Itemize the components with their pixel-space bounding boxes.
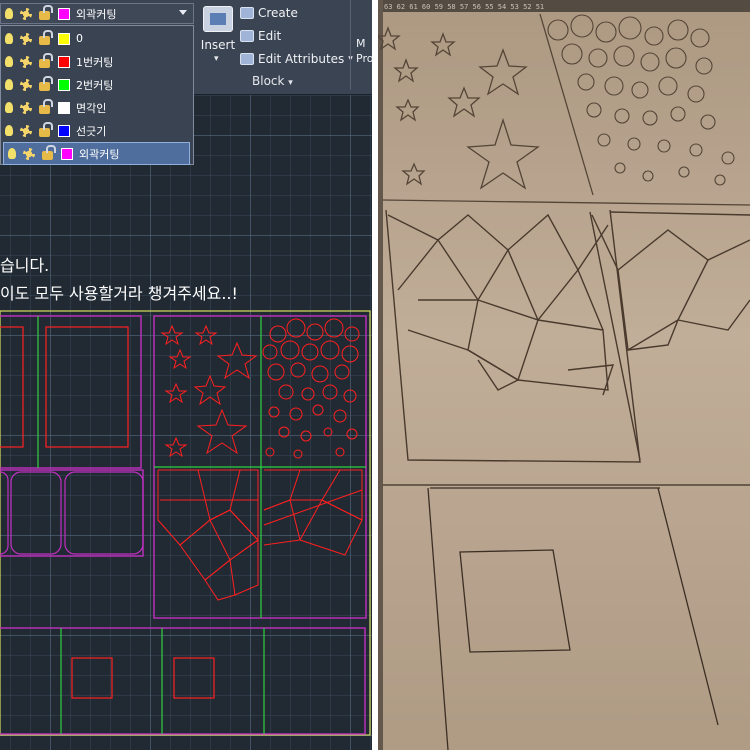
create-label: Create: [258, 6, 298, 20]
layer-name: 2번커팅: [76, 78, 114, 92]
layer-on-icon[interactable]: [5, 56, 13, 67]
laser-cut-photo: 63 62 61 60 59 58 57 56 55 54 53 52 51: [378, 0, 750, 750]
edit-label: Edit: [258, 29, 282, 43]
note-line-2: 이도 모두 사용할거라 챙겨주세요..!: [0, 284, 238, 303]
layer-name: 면각인: [76, 101, 107, 115]
cad-window: 습니다. 이도 모두 사용할거라 챙겨주세요..! Insert Create …: [0, 0, 372, 750]
properties-button-clipped[interactable]: M Pro: [356, 36, 372, 66]
insert-label: Insert: [200, 38, 236, 52]
layer-item-5-selected[interactable]: 외곽커팅: [3, 142, 190, 165]
layer-lock-icon[interactable]: [39, 75, 53, 91]
layer-freeze-icon[interactable]: [23, 147, 35, 160]
ribbon-separator: [350, 0, 351, 90]
layer-list: 0 1번커팅 2번커팅 면각인 선긋기 외곽커팅: [0, 25, 194, 165]
layer-freeze-icon[interactable]: [20, 55, 32, 68]
layer-on-icon[interactable]: [8, 148, 16, 159]
blossom-pattern: [262, 318, 360, 459]
layer-name: 선긋기: [76, 124, 107, 138]
create-block-button[interactable]: Create: [240, 6, 298, 20]
layer-item-4[interactable]: 선긋기: [1, 119, 193, 142]
layer-item-0[interactable]: 0: [1, 27, 193, 50]
block-panel-title[interactable]: Block ▾: [252, 74, 293, 88]
layer-color-swatch: [58, 55, 70, 68]
layer-lock-icon[interactable]: [39, 98, 53, 114]
layer-on-icon[interactable]: [5, 125, 13, 136]
layer-item-3[interactable]: 면각인: [1, 96, 193, 119]
layer-item-1[interactable]: 1번커팅: [1, 50, 193, 73]
layer-name: 1번커팅: [76, 55, 114, 69]
layer-lock-icon: [39, 4, 53, 20]
layer-dropdown[interactable]: 외곽커팅: [0, 3, 194, 24]
sheet-boundary: [0, 310, 371, 736]
layer-on-icon[interactable]: [5, 102, 13, 113]
layer-name: 외곽커팅: [79, 147, 120, 161]
layer-freeze-icon[interactable]: [20, 78, 32, 91]
edit-attributes-label: Edit Attributes: [258, 52, 345, 66]
layer-on-icon[interactable]: [5, 79, 13, 90]
edit-block-button[interactable]: Edit: [240, 29, 281, 43]
layer-lock-icon[interactable]: [39, 52, 53, 68]
layer-color-swatch: [58, 7, 70, 20]
note-line-1: 습니다.: [0, 256, 50, 275]
layer-color-swatch: [61, 147, 73, 160]
mdf-board-illustration: 63 62 61 60 59 58 57 56 55 54 53 52 51: [378, 0, 750, 750]
edit-attributes-button[interactable]: Edit Attributes ▾: [240, 52, 353, 66]
layer-lock-icon[interactable]: [39, 121, 53, 137]
layer-name: 0: [76, 32, 83, 45]
triangle-pattern: [157, 469, 363, 601]
layer-freeze-icon: [20, 7, 32, 20]
current-layer-name: 외곽커팅: [76, 7, 117, 21]
flower-pattern-small: [160, 324, 258, 458]
insert-icon: [203, 6, 233, 32]
layer-freeze-icon[interactable]: [20, 32, 32, 45]
layer-on-icon: [5, 8, 13, 19]
layer-color-swatch: [58, 124, 70, 137]
chevron-down-icon: [179, 10, 187, 15]
layer-freeze-icon[interactable]: [20, 101, 32, 114]
create-block-icon: [240, 7, 254, 19]
edit-block-icon: [240, 30, 254, 42]
insert-chevron-icon[interactable]: ▾: [214, 54, 219, 64]
layer-color-swatch: [58, 101, 70, 114]
layer-lock-icon[interactable]: [39, 29, 53, 45]
cad-drawing[interactable]: [0, 95, 372, 750]
layer-lock-icon[interactable]: [42, 144, 56, 160]
edit-attributes-icon: [240, 53, 254, 65]
layer-item-2[interactable]: 2번커팅: [1, 73, 193, 96]
layer-on-icon[interactable]: [5, 33, 13, 44]
layer-freeze-icon[interactable]: [20, 124, 32, 137]
drawing-note-text: 습니다. 이도 모두 사용할거라 챙겨주세요..!: [0, 252, 238, 308]
layer-color-swatch: [58, 78, 70, 91]
layer-color-swatch: [58, 32, 70, 45]
